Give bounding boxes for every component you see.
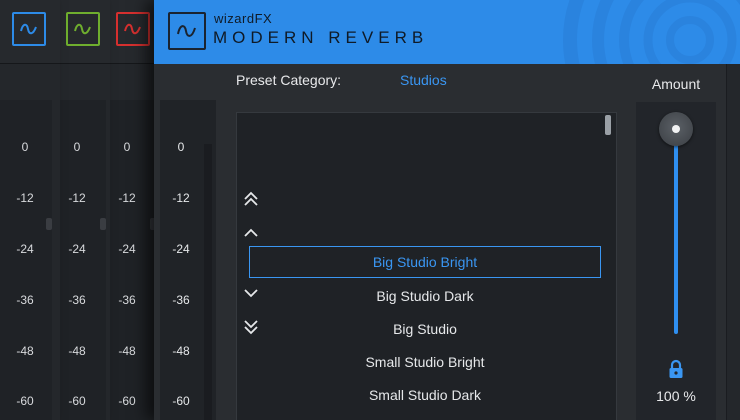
meter-scale-label: -48 — [118, 344, 136, 358]
meter-bar — [204, 144, 212, 420]
meter-scale-label: -48 — [16, 344, 34, 358]
wave-logo-icon — [116, 12, 150, 46]
chevron-up-icon[interactable] — [241, 223, 261, 243]
meter-scale-label: -12 — [68, 191, 86, 205]
window-titlebar — [54, 0, 110, 64]
meter-scale-label: -12 — [118, 191, 136, 205]
meter-scale-label: 0 — [123, 140, 131, 154]
meter-scale-label: 0 — [21, 140, 29, 154]
window-titlebar — [0, 0, 60, 64]
scrollbar-thumb[interactable] — [605, 115, 611, 135]
plugin-header: wizardFX MODERN REVERB — [154, 0, 740, 64]
amount-slider-handle[interactable] — [659, 112, 693, 146]
meter-scale-label: -60 — [172, 394, 190, 408]
window-edge — [726, 64, 740, 420]
meter-scale-label: -24 — [16, 242, 34, 256]
meter-scale-label: -36 — [68, 293, 86, 307]
meter-scale-label: -24 — [172, 242, 190, 256]
amount-value[interactable]: 100 % — [636, 388, 716, 404]
amount-slider-area: 100 % — [636, 102, 716, 420]
wave-logo-icon — [168, 12, 206, 50]
window-titlebar — [104, 0, 160, 64]
preset-list[interactable]: Big Studio Bright Big Studio Dark Big St… — [236, 112, 617, 420]
wave-logo-icon — [12, 12, 46, 46]
meter-scale-label: -24 — [68, 242, 86, 256]
amount-slider-track[interactable] — [674, 130, 678, 334]
level-meter: 0 -12 -24 -36 -48 -60 — [0, 100, 52, 420]
level-meter: 0 -12 -24 -36 -48 -60 — [104, 100, 156, 420]
meter-scale-label: 0 — [177, 140, 185, 154]
meter-slot — [46, 218, 52, 230]
wave-logo-icon — [66, 12, 100, 46]
meter-scale-label: -36 — [16, 293, 34, 307]
meter-scale-label: -60 — [16, 394, 34, 408]
preset-item[interactable]: Big Studio Dark — [249, 280, 601, 312]
meter-scale-label: -24 — [118, 242, 136, 256]
background-plugin-window-red[interactable]: 0 -12 -24 -36 -48 -60 — [104, 0, 160, 420]
decorative-rings — [563, 0, 740, 64]
meter-slot — [100, 218, 106, 230]
amount-label: Amount — [651, 76, 701, 92]
level-meter: 0 -12 -24 -36 -48 -60 — [54, 100, 106, 420]
preset-item[interactable]: Small Studio Dark — [249, 379, 601, 411]
meter-scale-label: -48 — [68, 344, 86, 358]
meter-scale-label: -36 — [118, 293, 136, 307]
meter-scale-label: -12 — [16, 191, 34, 205]
modern-reverb-plugin-window: wizardFX MODERN REVERB 0 -12 -24 -36 -48… — [154, 0, 740, 420]
background-plugin-window-blue[interactable]: 0 -12 -24 -36 -48 -60 — [0, 0, 60, 420]
brand-name: wizardFX — [214, 11, 273, 26]
meter-scale-label: -36 — [172, 293, 190, 307]
double-chevron-up-icon[interactable] — [241, 189, 261, 209]
preset-category-selector[interactable]: Studios — [400, 72, 447, 88]
meter-scale-label: -60 — [118, 394, 136, 408]
preset-category-label: Preset Category: — [236, 72, 342, 88]
background-plugin-window-green[interactable]: 0 -12 -24 -36 -48 -60 — [54, 0, 110, 420]
meter-scale-label: -60 — [68, 394, 86, 408]
level-meter: 0 -12 -24 -36 -48 -60 — [160, 100, 216, 420]
meter-scale-label: -48 — [172, 344, 190, 358]
preset-item[interactable]: Small Studio Bright — [249, 346, 601, 378]
preset-item-selected[interactable]: Big Studio Bright — [249, 246, 601, 278]
amount-panel: Amount 100 % — [628, 64, 724, 420]
product-title: MODERN REVERB — [213, 28, 429, 47]
meter-scale-label: 0 — [73, 140, 81, 154]
lock-icon[interactable] — [666, 358, 686, 380]
preset-item[interactable]: Big Studio — [249, 313, 601, 345]
meter-scale-label: -12 — [172, 191, 190, 205]
